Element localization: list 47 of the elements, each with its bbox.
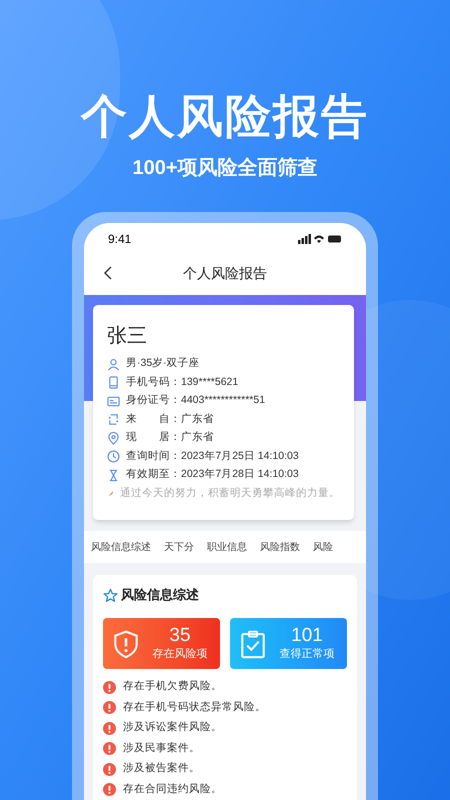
stat-label: 存在风险项	[152, 647, 208, 662]
phone-icon	[107, 376, 120, 390]
risk-item: 存在手机欠费风险。	[123, 679, 222, 694]
tab[interactable]: 天下分	[164, 540, 194, 554]
profile-info: 男·35岁·双子座	[126, 356, 200, 372]
clipboard-check-icon	[239, 628, 267, 658]
risk-item: 涉及诉讼案件风险。	[123, 720, 222, 736]
subheadline: 100+项风险全面筛查	[132, 156, 318, 181]
clock-icon	[107, 450, 120, 464]
risk-item: 涉及被告案件。	[123, 761, 200, 776]
alert-icon	[103, 783, 116, 796]
shield-alert-icon	[112, 628, 140, 658]
profile-field: 现 居：广东省	[126, 430, 214, 446]
status-icons-drawing	[298, 234, 342, 244]
motto-text: 通过今天的努力，积蓄明天勇攀高峰的力量。	[120, 486, 340, 501]
route-icon	[107, 413, 120, 426]
id-card-icon	[107, 394, 120, 408]
stat-count: 101	[291, 625, 323, 647]
nav-title: 个人风险报告	[182, 264, 268, 282]
stat-label: 查得正常项	[280, 647, 334, 662]
alert-icon	[103, 701, 116, 714]
tab[interactable]: 职业信息	[207, 540, 247, 554]
risk-item: 存在手机号码状态异常风险。	[123, 700, 266, 715]
risk-item: 涉及民事案件。	[123, 740, 200, 756]
profile-field: 来 自：广东省	[126, 412, 214, 428]
risk-item: 存在合同违约风险。	[123, 782, 222, 797]
stat-count: 35	[169, 625, 191, 647]
alert-icon	[103, 680, 116, 694]
back-icon[interactable]	[104, 266, 112, 280]
alert-icon	[103, 762, 116, 776]
profile-field: 查询时间：2023年7月25日 14:10:03	[126, 448, 299, 465]
star-icon	[103, 588, 118, 602]
section-title: 风险信息综述	[121, 586, 199, 604]
tab[interactable]: 风险指数	[260, 540, 300, 554]
alert-icon	[103, 742, 116, 756]
headline: 个人风险报告	[81, 89, 369, 144]
person-icon	[107, 358, 120, 371]
tab[interactable]: 风险	[313, 540, 333, 554]
alert-icon	[103, 722, 116, 735]
profile-field: 有效期至：2023年7月28日 14:10:03	[126, 467, 299, 484]
profile-field: 身份证号：4403************51	[126, 393, 266, 410]
location-pin-icon	[107, 432, 120, 445]
tab[interactable]: 风险信息综述	[91, 540, 151, 554]
hourglass-icon	[107, 468, 120, 482]
profile-name: 张三	[107, 324, 148, 349]
status-time: 9:41	[108, 231, 132, 248]
profile-field: 手机号码：139****5621	[126, 374, 238, 391]
